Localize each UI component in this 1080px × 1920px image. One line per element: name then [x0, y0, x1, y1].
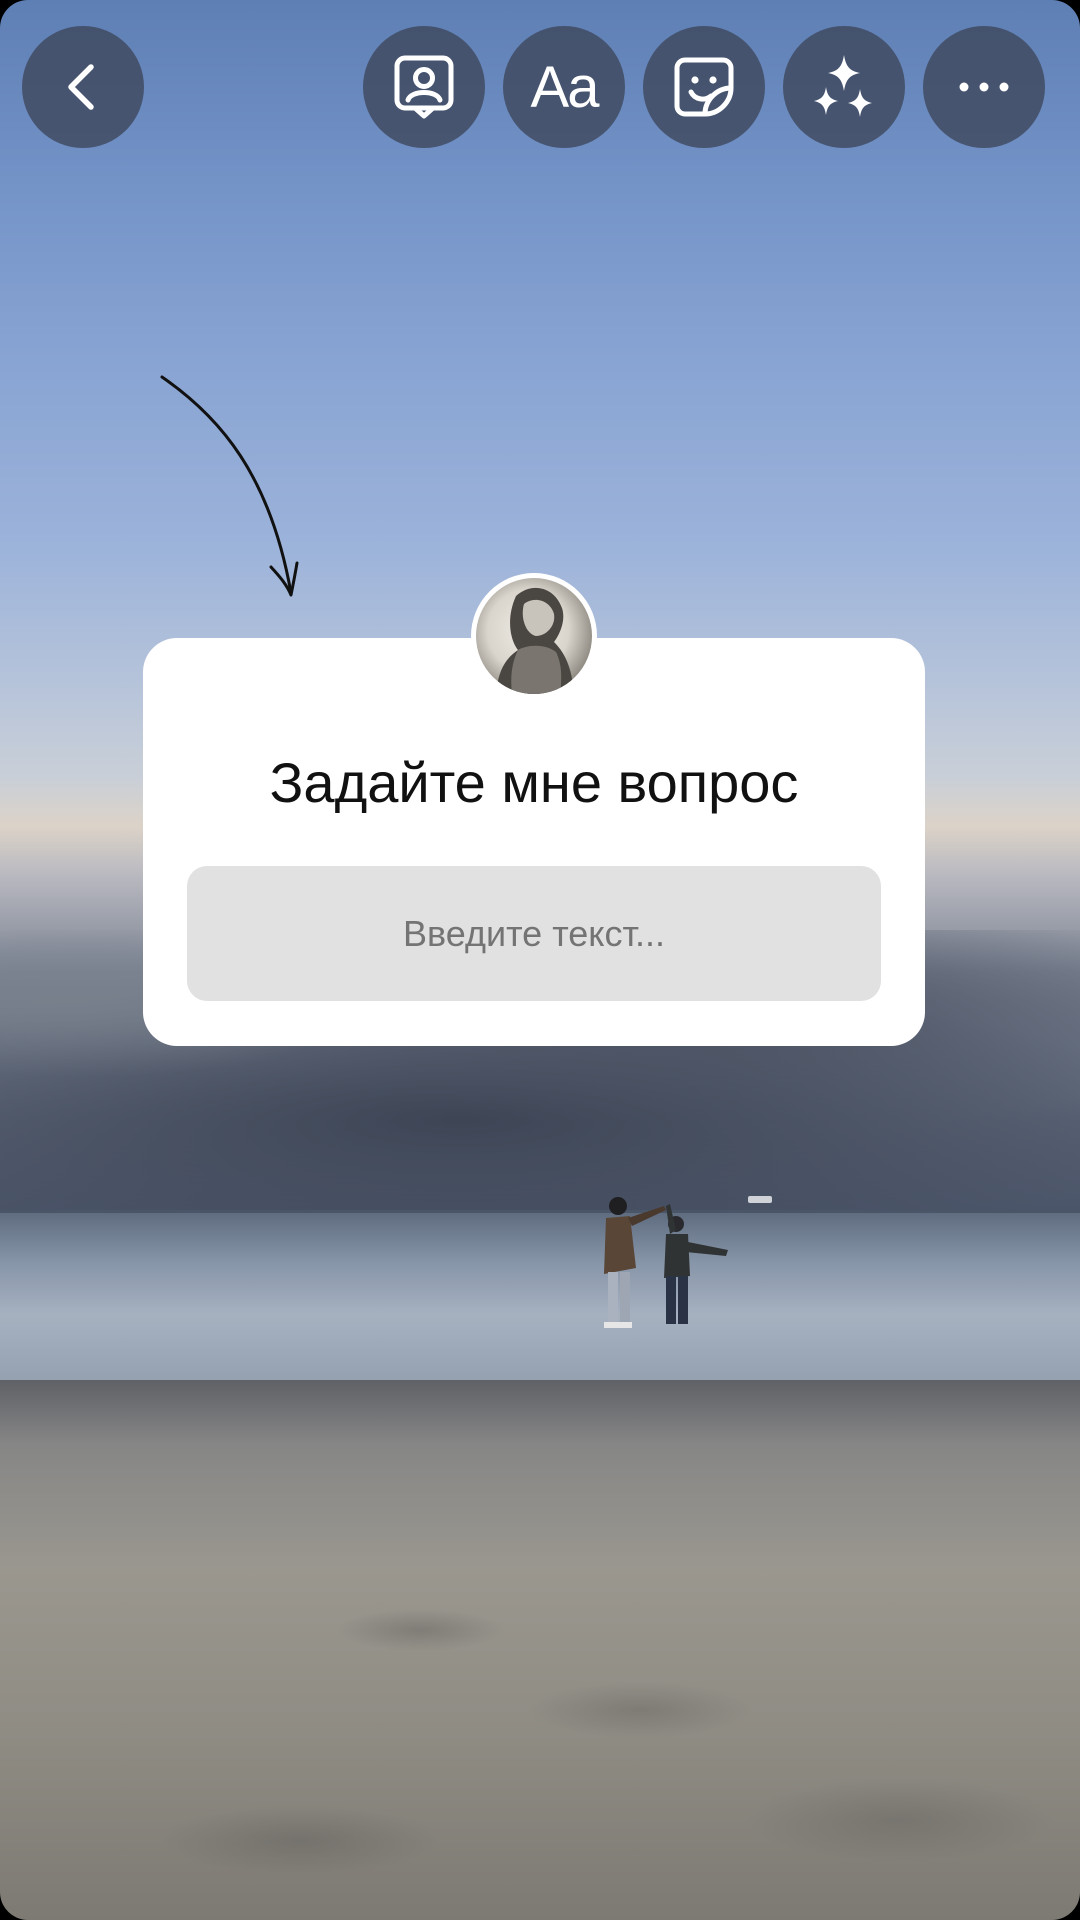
- text-tool-button[interactable]: Aa: [503, 26, 625, 148]
- back-button[interactable]: [22, 26, 144, 148]
- distant-boat: [748, 1196, 772, 1203]
- answer-placeholder: Введите текст...: [403, 912, 665, 954]
- answer-input[interactable]: Введите текст...: [187, 866, 881, 1001]
- dancing-couple: [604, 1197, 728, 1328]
- effects-button[interactable]: [783, 26, 905, 148]
- profile-photo-figure: [496, 587, 574, 694]
- mention-button[interactable]: [363, 26, 485, 148]
- question-sticker[interactable]: Задайте мне вопрос Введите текст...: [143, 638, 925, 1046]
- story-editor: Aa Задайте мне вопрос Введите текст...: [0, 0, 1080, 1920]
- more-horizontal-icon: [959, 82, 1009, 92]
- text-tool-label: Aa: [530, 54, 600, 120]
- horizon: [0, 1210, 1080, 1213]
- sparkles-icon: [814, 55, 872, 117]
- sea: [0, 1210, 1080, 1385]
- avatar: [471, 573, 597, 699]
- more-button[interactable]: [923, 26, 1045, 148]
- sand-footprints: [0, 1380, 1080, 1920]
- chevron-left-icon: [68, 64, 94, 110]
- profile-photo: [476, 578, 592, 694]
- top-toolbar: Aa: [0, 0, 1080, 160]
- arrow-doodle: [160, 375, 299, 597]
- question-title[interactable]: Задайте мне вопрос: [143, 750, 925, 815]
- sticker-button[interactable]: [643, 26, 765, 148]
- mention-person-icon: [394, 55, 454, 119]
- sticker-icon: [674, 57, 734, 117]
